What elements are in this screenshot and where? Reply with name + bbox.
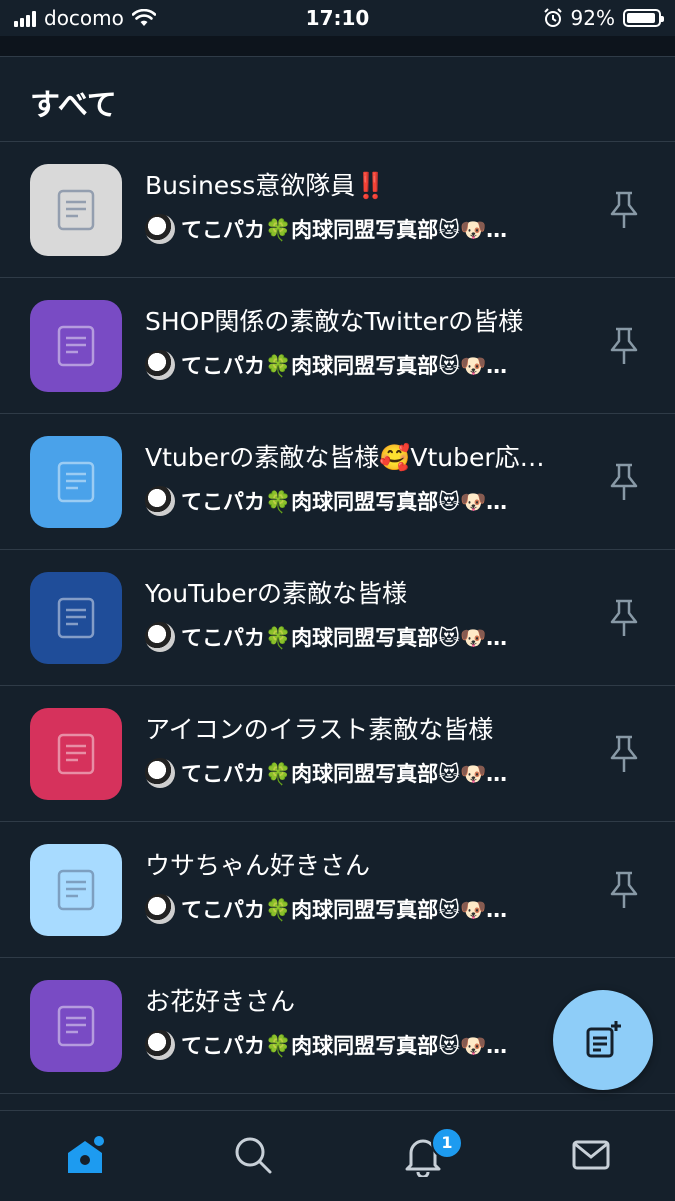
pin-icon bbox=[610, 191, 638, 228]
list-container: Business意欲隊員‼️ てこパカ🍀肉球同盟写真部😻🐶… SHOP関係の素敵… bbox=[0, 142, 675, 1094]
list-owner: てこパカ🍀肉球同盟写真部😻🐶… bbox=[145, 214, 575, 244]
owner-name: てこパカ🍀肉球同盟写真部😻🐶… bbox=[181, 626, 508, 650]
list-item[interactable]: アイコンのイラスト素敵な皆様 てこパカ🍀肉球同盟写真部😻🐶… bbox=[0, 686, 675, 822]
home-icon bbox=[68, 1136, 104, 1173]
list-item[interactable]: Vtuberの素敵な皆様🥰Vtuber応… てこパカ🍀肉球同盟写真部😻🐶… bbox=[0, 414, 675, 550]
avatar bbox=[145, 622, 175, 652]
list-thumbnail bbox=[30, 300, 122, 392]
list-title: お花好きさん bbox=[145, 987, 296, 1016]
section-title: すべて bbox=[30, 88, 117, 123]
tab-search[interactable] bbox=[231, 1133, 275, 1177]
pin-button[interactable] bbox=[607, 598, 641, 638]
list-icon bbox=[57, 1005, 95, 1047]
battery-percent: 92% bbox=[570, 6, 615, 30]
alarm-icon bbox=[543, 8, 562, 27]
list-owner: てこパカ🍀肉球同盟写真部😻🐶… bbox=[145, 350, 575, 380]
list-icon bbox=[57, 325, 95, 367]
list-thumbnail bbox=[30, 164, 122, 256]
pin-icon bbox=[610, 871, 638, 908]
list-thumbnail bbox=[30, 980, 122, 1072]
owner-name: てこパカ🍀肉球同盟写真部😻🐶… bbox=[181, 490, 508, 514]
owner-name: てこパカ🍀肉球同盟写真部😻🐶… bbox=[181, 762, 508, 786]
mail-icon bbox=[572, 1140, 610, 1170]
battery-icon bbox=[623, 9, 664, 27]
list-owner: てこパカ🍀肉球同盟写真部😻🐶… bbox=[145, 758, 575, 788]
list-icon bbox=[57, 461, 95, 503]
top-strip bbox=[0, 36, 675, 57]
pin-button[interactable] bbox=[607, 870, 641, 910]
pin-icon bbox=[610, 463, 638, 500]
list-item[interactable]: SHOP関係の素敵なTwitterの皆様 てこパカ🍀肉球同盟写真部😻🐶… bbox=[0, 278, 675, 414]
list-owner: てこパカ🍀肉球同盟写真部😻🐶… bbox=[145, 1030, 575, 1060]
list-owner: てこパカ🍀肉球同盟写真部😻🐶… bbox=[145, 894, 575, 924]
list-title: アイコンのイラスト素敵な皆様 bbox=[145, 715, 494, 744]
tab-home[interactable] bbox=[63, 1133, 107, 1177]
avatar bbox=[145, 486, 175, 516]
owner-name: てこパカ🍀肉球同盟写真部😻🐶… bbox=[181, 898, 508, 922]
avatar bbox=[145, 214, 175, 244]
list-thumbnail bbox=[30, 708, 122, 800]
list-item[interactable]: Business意欲隊員‼️ てこパカ🍀肉球同盟写真部😻🐶… bbox=[0, 142, 675, 278]
new-list-button[interactable] bbox=[553, 990, 653, 1090]
list-item[interactable]: ウサちゃん好きさん てこパカ🍀肉球同盟写真部😻🐶… bbox=[0, 822, 675, 958]
pin-icon bbox=[610, 599, 638, 636]
list-title: Business意欲隊員‼️ bbox=[145, 171, 387, 200]
list-item[interactable]: YouTuberの素敵な皆様 てこパカ🍀肉球同盟写真部😻🐶… bbox=[0, 550, 675, 686]
list-title: ウサちゃん好きさん bbox=[145, 851, 371, 880]
owner-name: てこパカ🍀肉球同盟写真部😻🐶… bbox=[181, 1034, 508, 1058]
avatar bbox=[145, 758, 175, 788]
list-owner: てこパカ🍀肉球同盟写真部😻🐶… bbox=[145, 486, 575, 516]
list-owner: てこパカ🍀肉球同盟写真部😻🐶… bbox=[145, 622, 575, 652]
owner-name: てこパカ🍀肉球同盟写真部😻🐶… bbox=[181, 218, 508, 242]
tab-bar bbox=[0, 1110, 675, 1201]
tab-messages[interactable] bbox=[569, 1133, 613, 1177]
pin-button[interactable] bbox=[607, 326, 641, 366]
list-thumbnail bbox=[30, 436, 122, 528]
avatar bbox=[145, 1030, 175, 1060]
pin-icon bbox=[610, 735, 638, 772]
pin-button[interactable] bbox=[607, 734, 641, 774]
status-right: 92% bbox=[543, 6, 664, 30]
list-thumbnail bbox=[30, 844, 122, 936]
list-title: SHOP関係の素敵なTwitterの皆様 bbox=[145, 307, 524, 336]
list-title: YouTuberの素敵な皆様 bbox=[145, 579, 407, 608]
avatar bbox=[145, 894, 175, 924]
list-title: Vtuberの素敵な皆様🥰Vtuber応… bbox=[145, 443, 545, 472]
list-icon bbox=[57, 189, 95, 231]
new-list-icon bbox=[586, 1021, 621, 1058]
status-bar: docomo 17:10 92% bbox=[0, 0, 675, 36]
list-icon bbox=[57, 733, 95, 775]
pin-button[interactable] bbox=[607, 462, 641, 502]
list-thumbnail bbox=[30, 572, 122, 664]
owner-name: てこパカ🍀肉球同盟写真部😻🐶… bbox=[181, 354, 508, 378]
pin-button[interactable] bbox=[607, 190, 641, 230]
notification-badge: 1 bbox=[431, 1127, 463, 1159]
list-icon bbox=[57, 869, 95, 911]
search-icon bbox=[235, 1137, 272, 1174]
pin-icon bbox=[610, 327, 638, 364]
list-icon bbox=[57, 597, 95, 639]
avatar bbox=[145, 350, 175, 380]
